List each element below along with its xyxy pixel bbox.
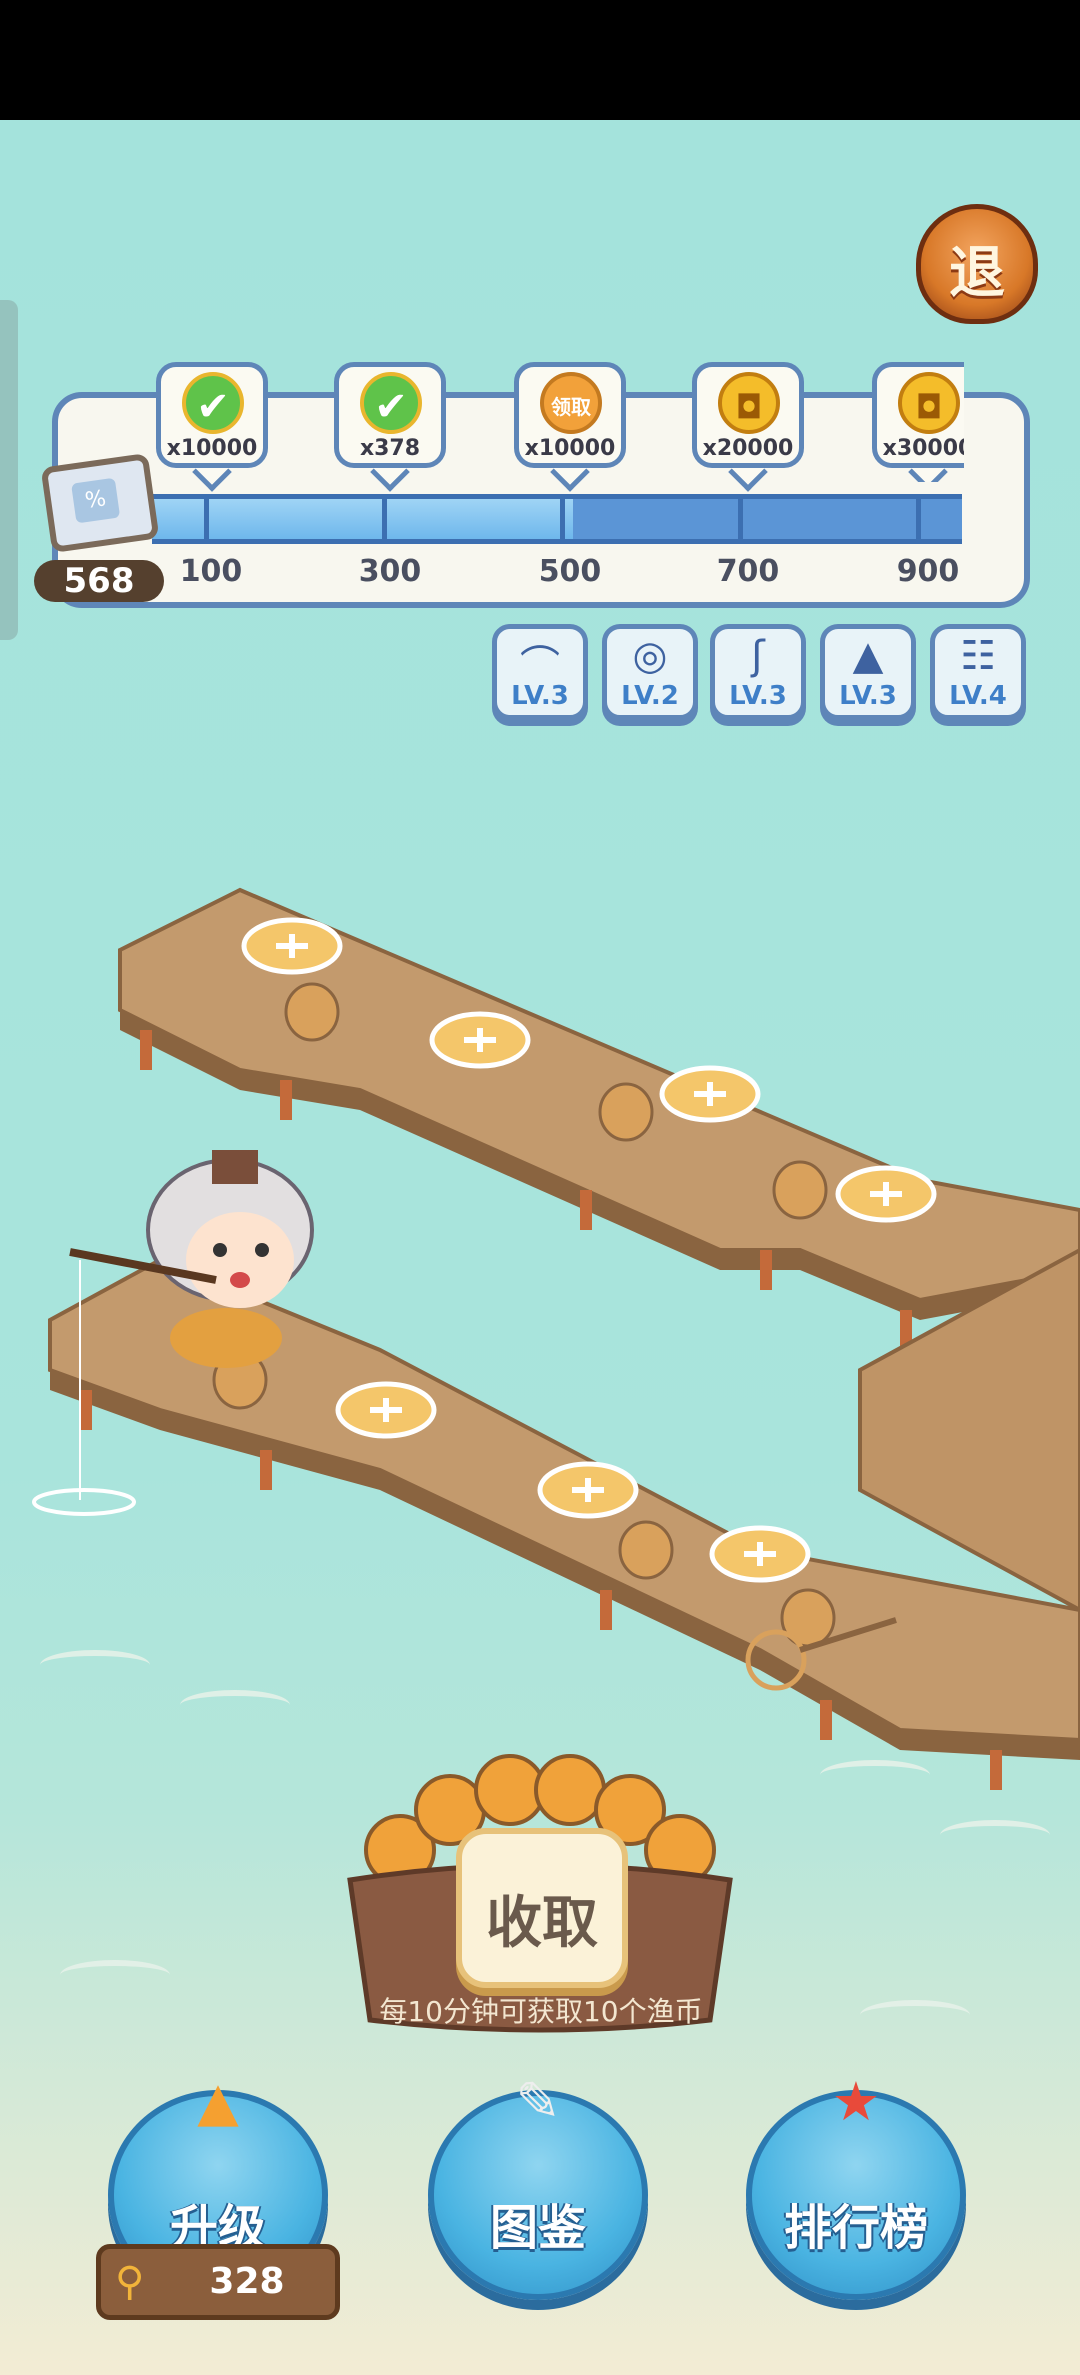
hat-icon: ▲ [852,633,884,679]
dock-scene [32,887,1080,1790]
coin-icon: ◘ [898,372,960,434]
check-icon: ✔ [360,372,422,434]
milestone-amount: x10000 [524,436,616,461]
gear-hook-button[interactable]: ʃ LV.3 [710,624,806,720]
track-divider [738,499,743,539]
scroll-icon: ✎ [515,2070,561,2133]
tick-label: 300 [358,554,422,589]
milestone-amount: x378 [359,436,421,461]
milestone-3[interactable]: 领取 x10000 [514,362,626,492]
fish-coin-icon: ⚲ [115,2259,145,2305]
side-drawer-handle[interactable] [0,300,18,640]
progress-track [152,494,962,544]
track-divider [382,499,387,539]
ticket-icon: % [40,452,160,554]
gear-level: LV.3 [511,681,569,711]
collect-label: 收取 [486,1891,598,1956]
track-divider [916,499,921,539]
progress-fill [152,499,574,539]
claim-coin-icon: 领取 [540,372,602,434]
gear-hat-button[interactable]: ▲ LV.3 [820,624,916,720]
gear-level: LV.4 [949,681,1007,711]
fish-coin-value: 328 [209,2261,285,2302]
catalog-label: 图鉴 [489,2200,586,2256]
tick-label: 900 [896,554,960,589]
exit-label: 退 [949,241,1005,306]
milestone-5[interactable]: ◘ x30000 [872,362,964,482]
ranking-icon: ★ [831,2070,881,2133]
coin-icon: ◘ [718,372,780,434]
milestone-amount: x20000 [702,436,794,461]
gear-rod-button[interactable]: ⌒ LV.3 [492,624,588,720]
check-icon: ✔ [182,372,244,434]
score-value: 568 [34,560,164,602]
gear-reel-button[interactable]: ◎ LV.2 [602,624,698,720]
wave [60,1960,170,1990]
status-bar [0,0,1080,120]
milestone-amount: x10000 [166,436,258,461]
up-arrow-icon: ▲ [197,2070,239,2133]
wave [940,1820,1050,1850]
leaderboard-label: 排行榜 [783,2200,928,2256]
tick-label: 100 [179,554,243,589]
stool-icon: ☷ [960,633,996,679]
wave [180,1690,290,1720]
fish-coin-counter: ⚲ 328 [96,2244,340,2320]
score-badge: % [36,452,164,570]
reel-icon: ◎ [632,633,668,679]
gear-level: LV.3 [729,681,787,711]
wave [40,1650,150,1680]
tick-label: 700 [716,554,780,589]
gear-stool-button[interactable]: ☷ LV.4 [930,624,1026,720]
catalog-button[interactable]: ✎ 图鉴 [428,2070,648,2300]
collect-hint: 每10分钟可获取10个渔币 [379,1995,703,2028]
milestone-amount: x30000 [882,436,964,461]
leaderboard-button[interactable]: ★ 排行榜 [746,2070,966,2300]
tick-label: 500 [538,554,602,589]
milestone-2[interactable]: ✔ x378 [334,362,446,492]
wave [820,1760,930,1790]
milestone-4[interactable]: ◘ x20000 [692,362,804,492]
exit-button[interactable]: 退 [916,198,1038,330]
milestone-1[interactable]: ✔ x10000 [156,362,268,492]
track-divider [204,499,209,539]
track-divider [560,499,565,539]
wave [860,2000,970,2030]
collect-button[interactable]: 收取 [456,1828,628,1988]
gear-level: LV.2 [621,681,679,711]
hook-icon: ʃ [751,633,765,679]
gear-level: LV.3 [839,681,897,711]
